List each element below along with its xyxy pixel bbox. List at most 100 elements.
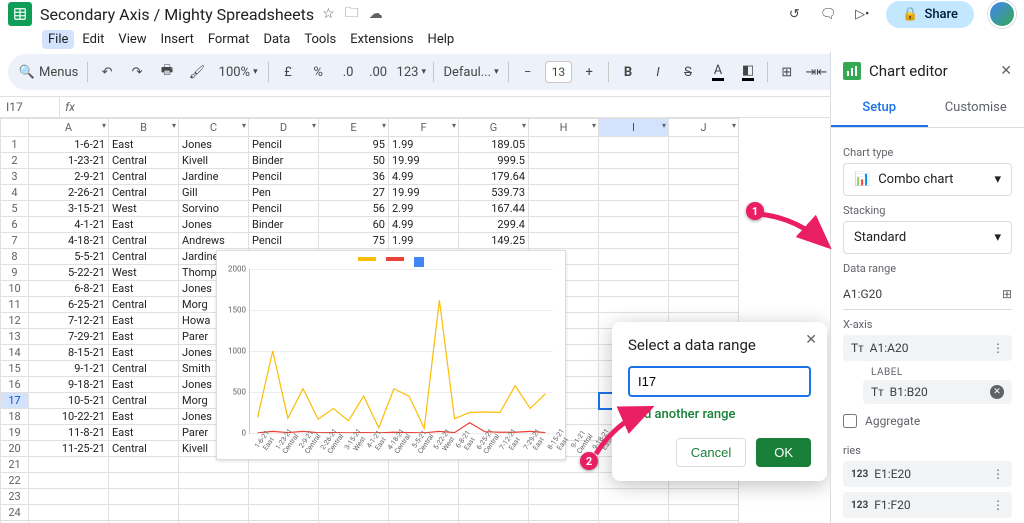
menu-data[interactable]: Data: [257, 30, 296, 49]
data-range-input[interactable]: [628, 366, 811, 397]
menu-extensions[interactable]: Extensions: [344, 30, 419, 49]
data-range-value[interactable]: A1:G20: [843, 287, 882, 301]
row-header[interactable]: 2: [1, 153, 29, 169]
italic-button[interactable]: I: [645, 59, 671, 85]
paint-format-button[interactable]: 🖌: [184, 59, 210, 85]
undo-button[interactable]: ↶: [94, 59, 120, 85]
label-chip[interactable]: Tᴛ B1:B20 ✕: [863, 380, 1012, 404]
cloud-icon[interactable]: ☁: [369, 6, 383, 22]
strike-button[interactable]: S: [675, 59, 701, 85]
dialog-title: Select a data range: [628, 336, 811, 354]
col-header-B[interactable]: B: [109, 119, 179, 137]
account-avatar[interactable]: [988, 0, 1016, 28]
move-icon[interactable]: 🗀: [345, 2, 359, 26]
history-icon[interactable]: ↺: [784, 4, 804, 24]
xaxis-chip[interactable]: Tᴛ A1:A20 ⋮: [843, 335, 1012, 361]
zoom-select[interactable]: 100%: [214, 59, 262, 85]
row-header[interactable]: 23: [1, 489, 29, 505]
menu-insert[interactable]: Insert: [155, 30, 200, 49]
meet-icon[interactable]: ▷•: [852, 4, 872, 24]
col-header-E[interactable]: E: [319, 119, 389, 137]
row-header[interactable]: 15: [1, 361, 29, 377]
series-more-icon[interactable]: ⋮: [992, 498, 1004, 512]
menu-format[interactable]: Format: [202, 30, 256, 49]
row-header[interactable]: 6: [1, 217, 29, 233]
chart-type-select[interactable]: 📊Combo chart ▾: [843, 163, 1012, 196]
search-menus[interactable]: 🔍 Menus: [16, 59, 81, 85]
embedded-chart[interactable]: 0500100015002000 1-6-21East1-23-21Centra…: [216, 250, 566, 460]
col-header-H[interactable]: H: [529, 119, 599, 137]
cancel-button[interactable]: Cancel: [676, 438, 746, 467]
sheets-logo[interactable]: [8, 2, 32, 26]
col-header-C[interactable]: C: [179, 119, 249, 137]
row-header[interactable]: 8: [1, 249, 29, 265]
row-header[interactable]: 1: [1, 137, 29, 153]
borders-button[interactable]: ⊞: [774, 59, 800, 85]
name-box[interactable]: I17: [0, 97, 60, 117]
xaxis-more-icon[interactable]: ⋮: [992, 341, 1004, 355]
increase-decimal-button[interactable]: .00: [365, 59, 391, 85]
percent-button[interactable]: %: [305, 59, 331, 85]
document-title[interactable]: Secondary Axis / Mighty Spreadsheets: [40, 5, 314, 24]
col-header-A[interactable]: A: [29, 119, 109, 137]
ok-button[interactable]: OK: [756, 438, 811, 467]
menu-view[interactable]: View: [112, 30, 152, 49]
xaxis-label: X-axis: [843, 318, 1012, 331]
share-button[interactable]: 🔒 Share: [886, 1, 974, 28]
font-size-decrease[interactable]: −: [515, 59, 541, 85]
row-header[interactable]: 20: [1, 441, 29, 457]
row-header[interactable]: 11: [1, 297, 29, 313]
aggregate-checkbox-row[interactable]: Aggregate: [843, 410, 1012, 436]
dialog-close-icon[interactable]: ✕: [805, 332, 817, 348]
star-icon[interactable]: ☆: [322, 6, 335, 22]
row-header[interactable]: 13: [1, 329, 29, 345]
row-header[interactable]: 14: [1, 345, 29, 361]
font-select[interactable]: Defaul...: [440, 59, 502, 85]
col-header-F[interactable]: F: [389, 119, 459, 137]
row-header[interactable]: 24: [1, 505, 29, 521]
col-header-D[interactable]: D: [249, 119, 319, 137]
row-header[interactable]: 18: [1, 409, 29, 425]
select-range-icon[interactable]: ⊞: [1002, 287, 1012, 301]
menu-help[interactable]: Help: [422, 30, 461, 49]
row-header[interactable]: 7: [1, 233, 29, 249]
stacking-select[interactable]: Standard ▾: [843, 221, 1012, 254]
text-color-button[interactable]: A: [705, 59, 731, 85]
remove-label-icon[interactable]: ✕: [990, 385, 1004, 399]
col-header-J[interactable]: J: [669, 119, 739, 137]
sidebar-close-icon[interactable]: ✕: [1000, 63, 1012, 79]
currency-button[interactable]: £: [275, 59, 301, 85]
font-size-input[interactable]: 13: [545, 61, 573, 83]
row-header[interactable]: 4: [1, 185, 29, 201]
menu-file[interactable]: File: [42, 30, 74, 49]
row-header[interactable]: 10: [1, 281, 29, 297]
row-header[interactable]: 16: [1, 377, 29, 393]
more-formats-button[interactable]: 123: [395, 59, 427, 85]
row-header[interactable]: 19: [1, 425, 29, 441]
row-header[interactable]: 5: [1, 201, 29, 217]
row-header[interactable]: 3: [1, 169, 29, 185]
row-header[interactable]: 22: [1, 473, 29, 489]
comment-icon[interactable]: 🗨: [818, 4, 838, 24]
redo-button[interactable]: ↷: [124, 59, 150, 85]
font-size-increase[interactable]: +: [576, 59, 602, 85]
tab-customise[interactable]: Customise: [928, 90, 1024, 127]
row-header[interactable]: 9: [1, 265, 29, 281]
add-another-range-link[interactable]: Add another range: [628, 407, 811, 422]
col-header-I[interactable]: I: [599, 119, 669, 137]
menu-tools[interactable]: Tools: [298, 30, 342, 49]
row-header[interactable]: 12: [1, 313, 29, 329]
series-more-icon[interactable]: ⋮: [992, 467, 1004, 481]
print-button[interactable]: 🖶: [154, 59, 180, 85]
fill-color-button[interactable]: ◧: [735, 59, 761, 85]
series-chip[interactable]: 123F1:F20⋮: [843, 492, 1012, 518]
row-header[interactable]: 21: [1, 457, 29, 473]
series-chip[interactable]: 123E1:E20⋮: [843, 461, 1012, 487]
row-header[interactable]: 17: [1, 393, 29, 409]
aggregate-checkbox[interactable]: [843, 414, 857, 428]
bold-button[interactable]: B: [615, 59, 641, 85]
tab-setup[interactable]: Setup: [831, 90, 928, 127]
menu-edit[interactable]: Edit: [76, 30, 110, 49]
col-header-G[interactable]: G: [459, 119, 529, 137]
decrease-decimal-button[interactable]: .0: [335, 59, 361, 85]
